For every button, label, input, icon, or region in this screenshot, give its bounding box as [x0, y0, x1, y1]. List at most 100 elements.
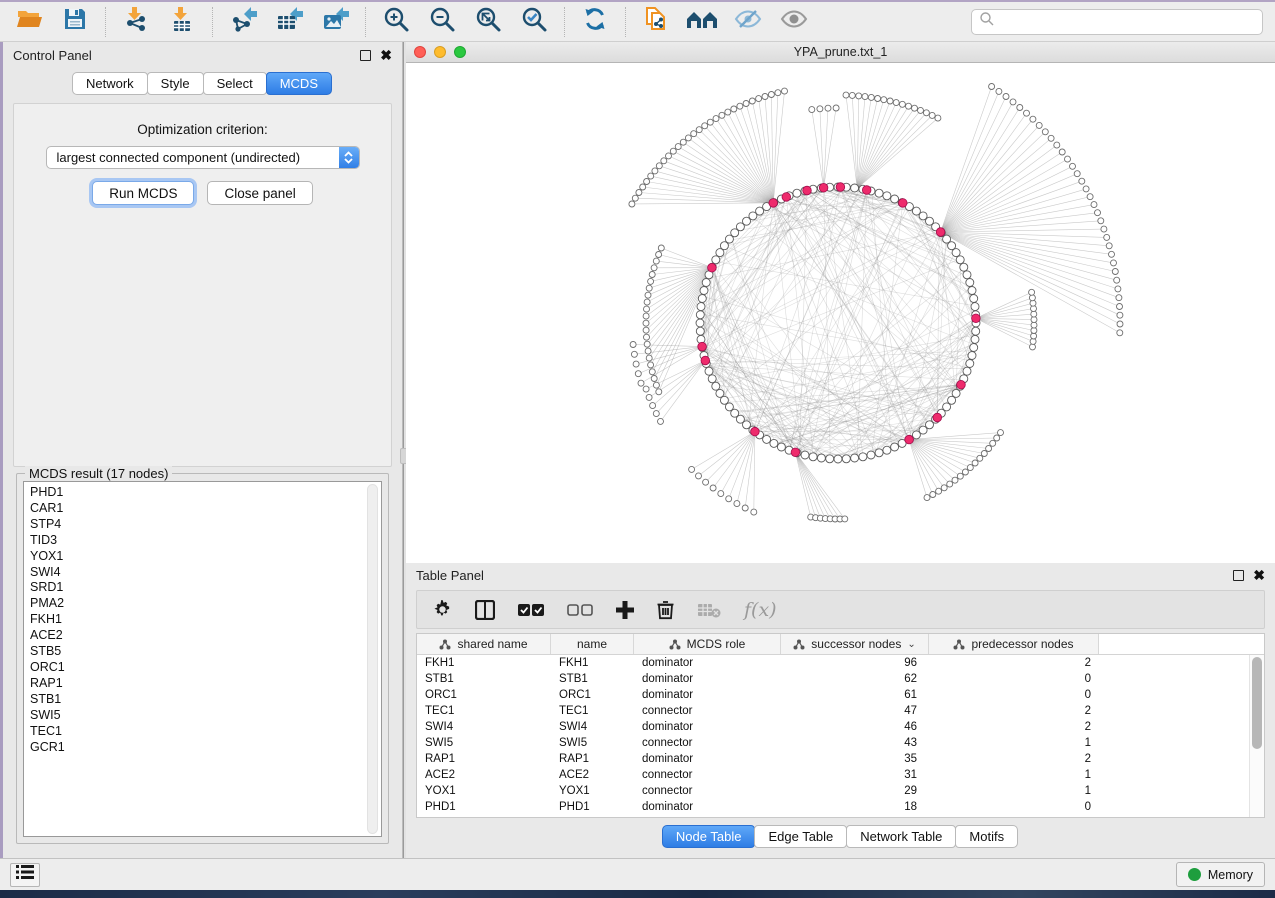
zoom-in-button[interactable] — [375, 5, 417, 39]
network-leaf-node[interactable] — [817, 106, 823, 112]
network-leaf-node[interactable] — [719, 112, 725, 118]
select-all-rows-icon[interactable] — [518, 603, 544, 617]
table-row[interactable]: SWI4SWI4dominator462 — [417, 719, 1264, 735]
network-leaf-node[interactable] — [924, 495, 930, 501]
network-node[interactable] — [702, 279, 710, 287]
network-node[interactable] — [966, 360, 974, 368]
network-leaf-node[interactable] — [643, 386, 649, 392]
network-dominator-node[interactable] — [905, 435, 914, 444]
network-node[interactable] — [859, 453, 867, 461]
network-node[interactable] — [697, 303, 705, 311]
export-network-button[interactable] — [222, 5, 264, 39]
network-leaf-node[interactable] — [1083, 186, 1089, 192]
network-leaf-node[interactable] — [912, 105, 918, 111]
mcds-result-item[interactable]: TEC1 — [30, 724, 381, 740]
network-leaf-node[interactable] — [1087, 194, 1093, 200]
network-node[interactable] — [696, 327, 704, 335]
network-leaf-node[interactable] — [1117, 330, 1123, 336]
network-leaf-node[interactable] — [935, 115, 941, 121]
delete-column-icon[interactable] — [657, 600, 674, 620]
network-leaf-node[interactable] — [653, 258, 659, 264]
network-leaf-node[interactable] — [656, 252, 662, 258]
network-leaf-node[interactable] — [1030, 116, 1036, 122]
table-options-gear-icon[interactable] — [433, 600, 452, 619]
network-dominator-node[interactable] — [957, 380, 966, 389]
network-leaf-node[interactable] — [1074, 171, 1080, 177]
tab-network-table[interactable]: Network Table — [846, 825, 956, 848]
network-leaf-node[interactable] — [989, 84, 995, 90]
network-dominator-node[interactable] — [701, 356, 710, 365]
network-leaf-node[interactable] — [1024, 110, 1030, 116]
network-node[interactable] — [970, 295, 978, 303]
network-window-titlebar[interactable]: YPA_prune.txt_1 — [406, 42, 1275, 63]
network-leaf-node[interactable] — [1048, 135, 1054, 141]
network-node[interactable] — [891, 443, 899, 451]
table-row[interactable]: FKH1FKH1dominator962 — [417, 655, 1264, 671]
network-node[interactable] — [956, 256, 964, 264]
network-leaf-node[interactable] — [633, 361, 639, 367]
network-leaf-node[interactable] — [782, 88, 788, 94]
network-leaf-node[interactable] — [656, 163, 662, 169]
network-dominator-node[interactable] — [933, 413, 942, 422]
deselect-all-rows-icon[interactable] — [567, 603, 593, 617]
run-mcds-button[interactable]: Run MCDS — [92, 181, 194, 205]
tab-edge-table[interactable]: Edge Table — [754, 825, 847, 848]
network-dominator-node[interactable] — [803, 186, 812, 195]
network-leaf-node[interactable] — [1115, 286, 1121, 292]
network-node[interactable] — [801, 451, 809, 459]
network-node[interactable] — [960, 263, 968, 271]
network-leaf-node[interactable] — [1091, 202, 1097, 208]
network-leaf-node[interactable] — [1003, 94, 1009, 100]
network-leaf-node[interactable] — [775, 90, 781, 96]
network-leaf-node[interactable] — [649, 369, 655, 375]
network-leaf-node[interactable] — [1029, 289, 1035, 295]
close-panel-button[interactable]: Close panel — [207, 181, 312, 205]
network-leaf-node[interactable] — [833, 105, 839, 111]
network-leaf-node[interactable] — [923, 110, 929, 116]
network-leaf-node[interactable] — [1117, 312, 1123, 318]
refresh-view-button[interactable] — [574, 5, 616, 39]
network-leaf-node[interactable] — [1098, 218, 1104, 224]
network-leaf-node[interactable] — [680, 139, 686, 145]
network-leaf-node[interactable] — [643, 313, 649, 319]
network-leaf-node[interactable] — [726, 496, 732, 502]
network-leaf-node[interactable] — [1079, 178, 1085, 184]
export-table-button[interactable] — [268, 5, 310, 39]
network-leaf-node[interactable] — [990, 440, 996, 446]
network-leaf-node[interactable] — [707, 119, 713, 125]
network-leaf-node[interactable] — [998, 430, 1004, 436]
network-node[interactable] — [763, 435, 771, 443]
network-leaf-node[interactable] — [996, 88, 1002, 94]
column-header-name[interactable]: name — [551, 634, 634, 654]
mcds-result-item[interactable]: STP4 — [30, 517, 381, 533]
open-session-button[interactable] — [8, 5, 50, 39]
network-leaf-node[interactable] — [762, 94, 768, 100]
network-node[interactable] — [826, 455, 834, 463]
network-leaf-node[interactable] — [756, 96, 762, 102]
close-panel-icon[interactable]: ✖ — [380, 50, 392, 61]
network-leaf-node[interactable] — [868, 94, 874, 100]
network-leaf-node[interactable] — [713, 116, 719, 122]
network-node[interactable] — [700, 287, 708, 295]
network-node[interactable] — [912, 207, 920, 215]
mcds-result-item[interactable]: SWI4 — [30, 565, 381, 581]
network-node[interactable] — [793, 189, 801, 197]
mcds-result-item[interactable]: PMA2 — [30, 596, 381, 612]
table-row[interactable]: ORC1ORC1dominator610 — [417, 687, 1264, 703]
network-leaf-node[interactable] — [1042, 129, 1048, 135]
network-leaf-node[interactable] — [696, 127, 702, 133]
network-leaf-node[interactable] — [632, 195, 638, 201]
mcds-result-item[interactable]: SWI5 — [30, 708, 381, 724]
network-leaf-node[interactable] — [644, 341, 650, 347]
mcds-result-item[interactable]: YOX1 — [30, 549, 381, 565]
network-leaf-node[interactable] — [742, 505, 748, 511]
network-leaf-node[interactable] — [929, 112, 935, 118]
network-leaf-node[interactable] — [1010, 99, 1016, 105]
network-node[interactable] — [867, 451, 875, 459]
network-leaf-node[interactable] — [650, 403, 656, 409]
mcds-result-item[interactable]: STB1 — [30, 692, 381, 708]
network-node[interactable] — [971, 303, 979, 311]
network-dominator-node[interactable] — [862, 186, 871, 195]
network-node[interactable] — [971, 335, 979, 343]
network-leaf-node[interactable] — [749, 98, 755, 104]
